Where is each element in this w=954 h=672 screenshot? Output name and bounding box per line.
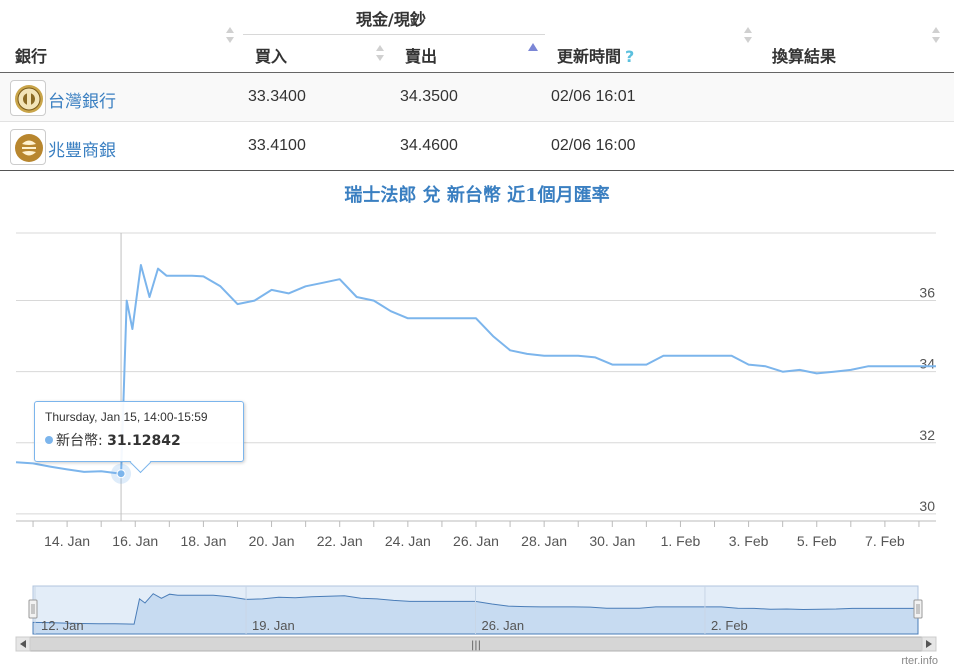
navigator-tick-label: 2. Feb (711, 618, 748, 633)
x-axis: 14. Jan 16. Jan 18. Jan 20. Jan 22. Jan 24. J… (16, 520, 936, 549)
sell-rate: 34.4600 (400, 137, 458, 154)
sort-result-icon[interactable] (932, 27, 940, 43)
mega-bank-logo-icon (10, 129, 46, 165)
series-dot-icon (45, 436, 53, 444)
y-tick-label: 32 (919, 427, 935, 443)
updated-time: 02/06 16:01 (551, 88, 636, 105)
chart-credit[interactable]: rter.info (901, 655, 938, 667)
help-icon[interactable]: ? (625, 47, 634, 66)
sell-column-header[interactable]: 賣出 (405, 43, 437, 67)
x-tick-label: 3. Feb (729, 533, 769, 549)
chart-title: 瑞士法郎 兌 新台幣 近1個月匯率 (344, 184, 609, 206)
x-tick-label: 14. Jan (44, 533, 90, 549)
exchange-rate-chart: 瑞士法郎 兌 新台幣 近1個月匯率 30 32 34 36 14. Jan 16. Ja… (0, 171, 954, 672)
tooltip-value: 31.12842 (107, 433, 181, 449)
updated-column-header[interactable]: 更新時間? (557, 43, 634, 67)
x-tick-label: 30. Jan (589, 533, 635, 549)
buy-rate: 33.4100 (248, 137, 306, 154)
exchange-rate-table: 現金/現鈔 銀行 買入 賣出 更新時間? 換算結果 台灣銀行 33.3400 3… (0, 0, 954, 171)
navigator-tick-label: 26. Jan (482, 618, 525, 633)
tooltip-date: Thursday, Jan 15, 14:00-15:59 (45, 410, 208, 424)
table-row: 兆豐商銀 33.4100 34.4600 02/06 16:00 (0, 122, 954, 171)
bank-column-header[interactable]: 銀行 (15, 43, 47, 67)
tooltip-series-row: 新台幣: 31.12842 (45, 430, 233, 450)
navigator[interactable]: 12. Jan 19. Jan 26. Jan 2. Feb (28, 585, 923, 635)
sort-updated-icon[interactable] (744, 27, 752, 43)
scrollbar-right-arrow-icon[interactable] (921, 636, 937, 652)
tooltip-series-name: 新台幣 (56, 433, 98, 449)
x-tick-label: 7. Feb (865, 533, 905, 549)
group-header-divider (243, 34, 545, 35)
handle-body (913, 599, 923, 619)
scrollbar[interactable]: ||| (15, 636, 937, 652)
x-tick-label: 26. Jan (453, 533, 499, 549)
scrollbar-left-arrow-icon[interactable] (15, 636, 31, 652)
x-tick-label: 28. Jan (521, 533, 567, 549)
table-row: 台灣銀行 33.3400 34.3500 02/06 16:01 (0, 73, 954, 122)
updated-header-label: 更新時間 (557, 47, 622, 66)
x-tick-label: 24. Jan (385, 533, 431, 549)
x-tick-label: 1. Feb (661, 533, 701, 549)
x-tick-label: 22. Jan (317, 533, 363, 549)
chart-tooltip: Thursday, Jan 15, 14:00-15:59 新台幣: 31.12… (34, 401, 244, 462)
navigator-right-handle[interactable] (913, 599, 923, 619)
cash-group-header: 現金/現鈔 (356, 10, 426, 29)
sell-rate: 34.3500 (400, 88, 458, 105)
bank-name-link[interactable]: 台灣銀行 (48, 87, 116, 112)
handle-body (28, 599, 38, 619)
result-column-header[interactable]: 換算結果 (772, 43, 836, 67)
hover-point[interactable] (116, 469, 126, 479)
y-tick-label: 36 (919, 285, 935, 301)
bank-of-taiwan-logo-icon (10, 80, 46, 116)
sort-sell-ascending-icon[interactable] (528, 43, 538, 51)
scrollbar-grip[interactable]: ||| (471, 640, 481, 651)
sort-bank-icon[interactable] (226, 27, 234, 43)
bank-name-link[interactable]: 兆豐商銀 (48, 136, 116, 161)
navigator-tick-label: 19. Jan (252, 618, 295, 633)
navigator-left-handle[interactable] (28, 599, 38, 619)
x-tick-label: 5. Feb (797, 533, 837, 549)
x-tick-label: 16. Jan (112, 533, 158, 549)
buy-rate: 33.3400 (248, 88, 306, 105)
y-axis: 30 32 34 36 (919, 285, 935, 514)
sort-buy-icon[interactable] (376, 45, 384, 61)
updated-time: 02/06 16:00 (551, 137, 636, 154)
buy-column-header[interactable]: 買入 (255, 43, 287, 67)
x-tick-label: 20. Jan (249, 533, 295, 549)
grid-lines (16, 232, 936, 515)
x-tick-label: 18. Jan (180, 533, 226, 549)
y-tick-label: 34 (919, 356, 935, 372)
y-tick-label: 30 (919, 498, 935, 514)
navigator-tick-label: 12. Jan (41, 618, 84, 633)
